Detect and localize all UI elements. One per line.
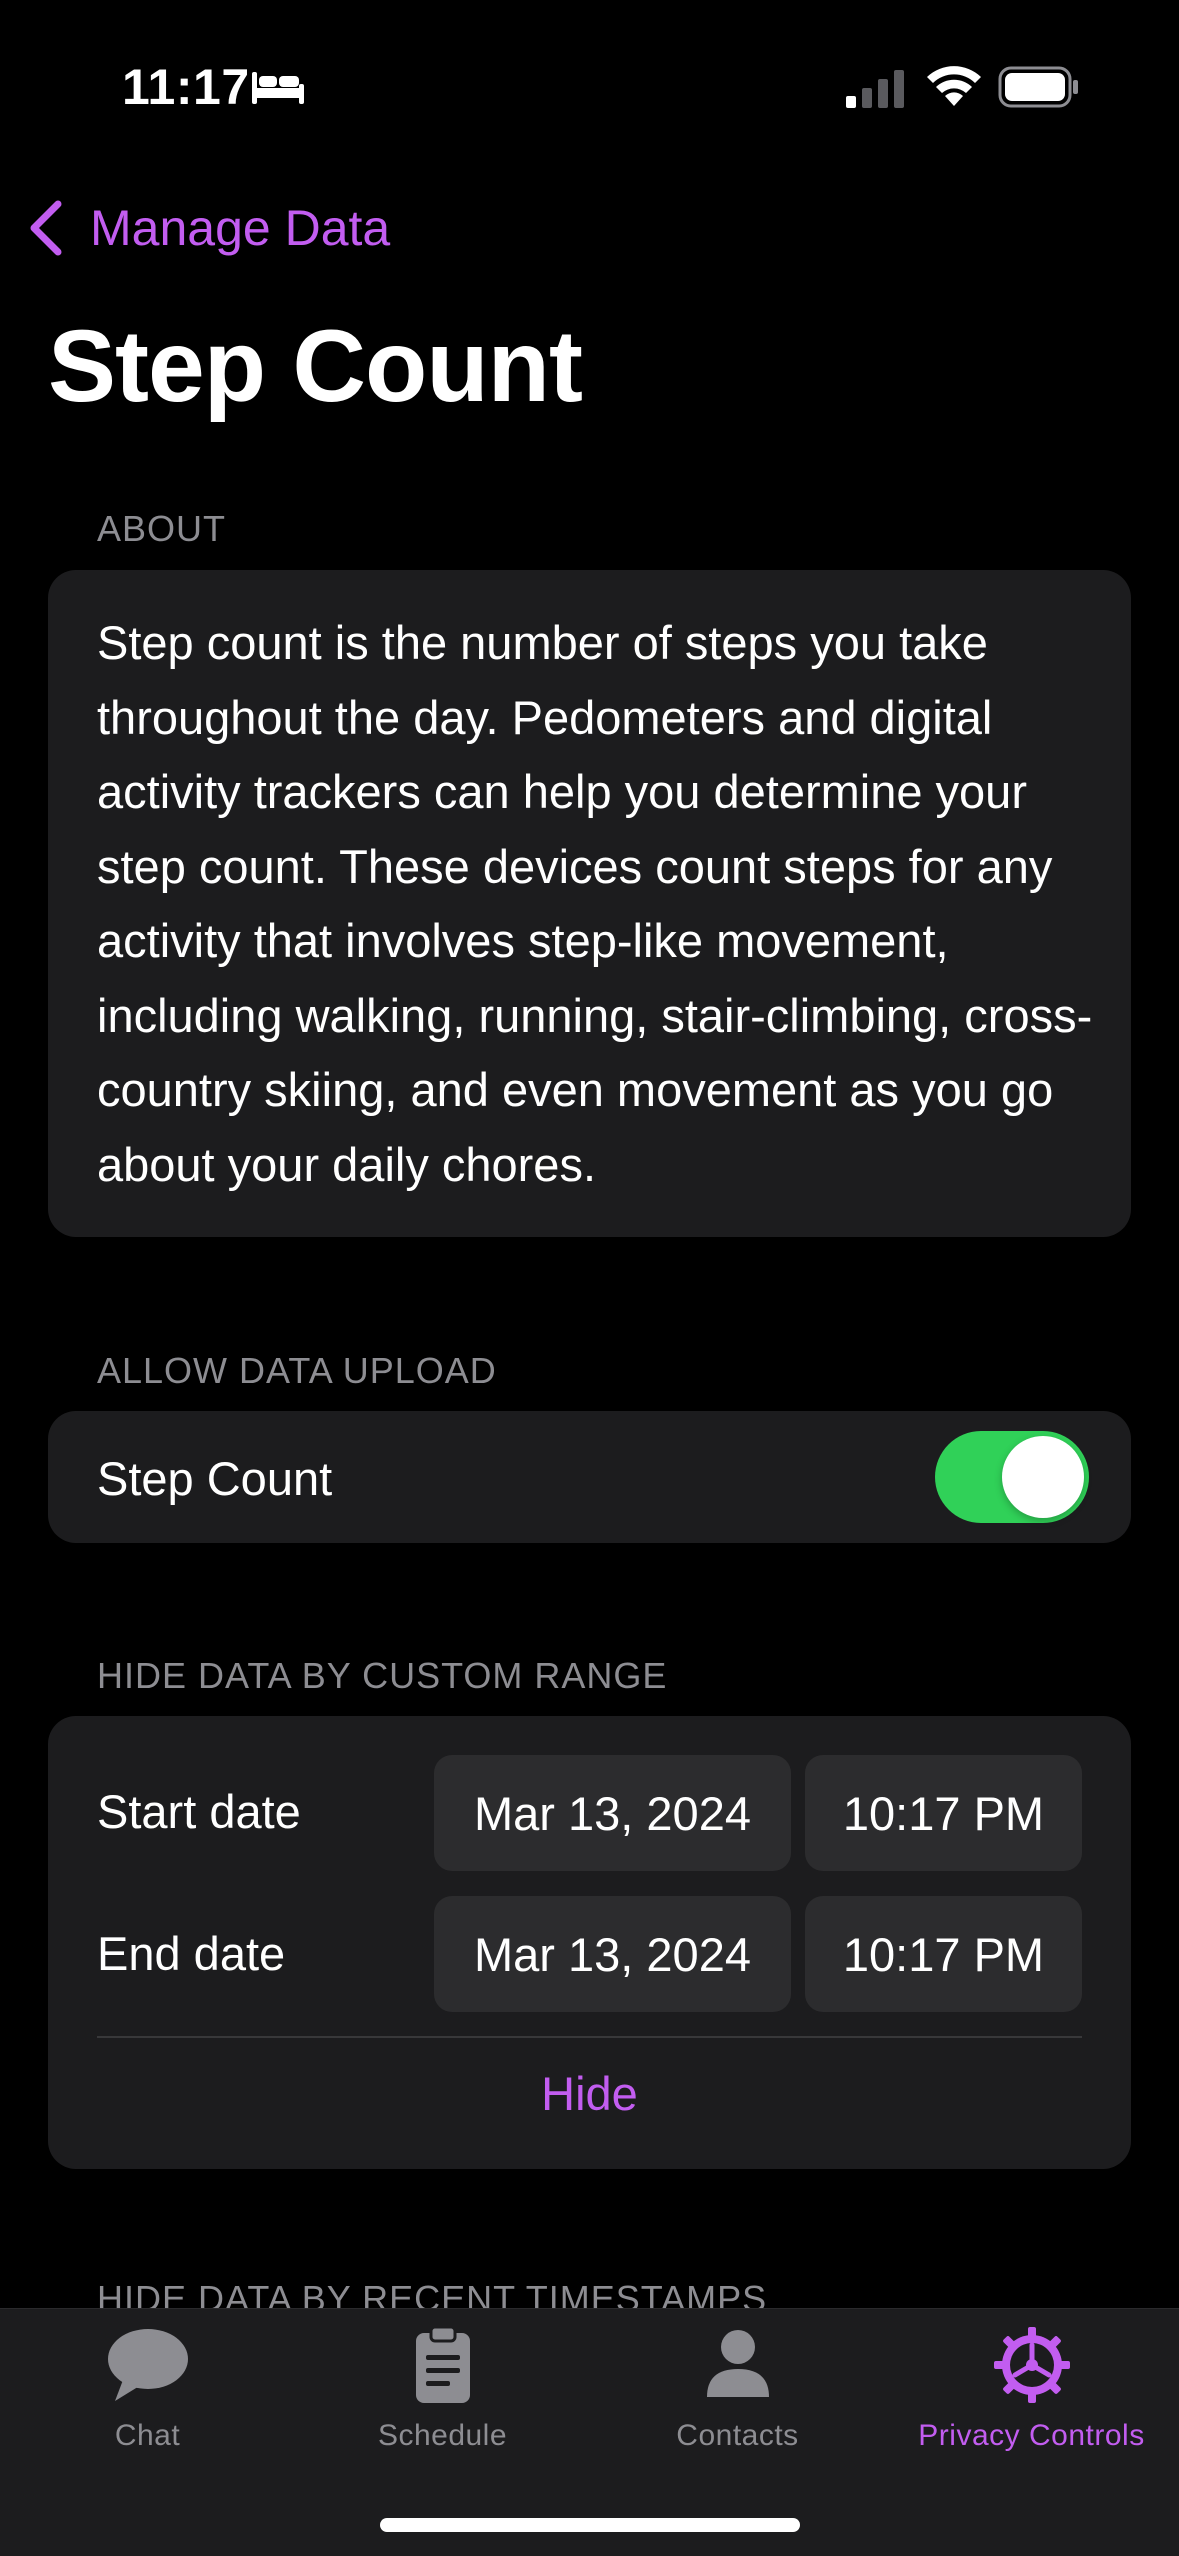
- person-icon: [706, 2330, 769, 2397]
- tab-schedule[interactable]: Schedule: [295, 2325, 590, 2465]
- back-button[interactable]: Manage Data: [24, 192, 390, 264]
- allow-upload-section-header: ALLOW DATA UPLOAD: [97, 1350, 497, 1391]
- allow-upload-card: Step Count: [48, 1411, 1131, 1543]
- hide-button[interactable]: Hide: [48, 2066, 1131, 2121]
- about-section-header: ABOUT: [97, 508, 227, 549]
- tab-contacts-label: Contacts: [676, 2419, 799, 2452]
- tab-chat-label: Chat: [114, 2419, 181, 2452]
- start-time-picker[interactable]: 10:17 PM: [805, 1755, 1082, 1871]
- cellular-signal-icon: [846, 70, 904, 108]
- wifi-icon: [927, 66, 981, 106]
- step-count-toggle-label: Step Count: [97, 1452, 333, 1505]
- divider: [97, 2036, 1082, 2038]
- battery-icon: [998, 66, 1078, 108]
- custom-range-section-header: HIDE DATA BY CUSTOM RANGE: [97, 1655, 668, 1696]
- step-count-toggle[interactable]: [935, 1431, 1089, 1523]
- tab-chat[interactable]: Chat: [0, 2325, 295, 2465]
- status-time: 11:17: [122, 59, 250, 115]
- tab-contacts[interactable]: Contacts: [590, 2325, 885, 2465]
- clipboard-icon: [415, 2325, 470, 2403]
- about-text: Step count is the number of steps you ta…: [97, 616, 1093, 1191]
- start-date-picker[interactable]: Mar 13, 2024: [434, 1755, 791, 1871]
- end-date-label: End date: [97, 1927, 286, 1980]
- page-title: Step Count: [48, 309, 583, 423]
- end-date-picker[interactable]: Mar 13, 2024: [434, 1896, 791, 2012]
- about-card: Step count is the number of steps you ta…: [48, 570, 1131, 1237]
- tab-privacy-controls[interactable]: Privacy Controls: [884, 2325, 1179, 2465]
- screen: 11:17 Manage Data Step Count ABOUT Step …: [0, 0, 1179, 2556]
- end-time-picker[interactable]: 10:17 PM: [805, 1896, 1082, 2012]
- tab-privacy-controls-label: Privacy Controls: [918, 2419, 1145, 2452]
- custom-range-card: Start date Mar 13, 2024 10:17 PM End dat…: [48, 1716, 1131, 2169]
- home-indicator: [380, 2518, 800, 2532]
- toggle-knob: [1002, 1436, 1084, 1518]
- chevron-left-icon: [30, 200, 62, 256]
- gear-icon: [993, 2327, 1070, 2403]
- start-date-label: Start date: [97, 1785, 301, 1838]
- back-label: Manage Data: [90, 200, 391, 256]
- chat-bubble-icon: [107, 2329, 188, 2401]
- tab-schedule-label: Schedule: [377, 2419, 508, 2452]
- bed-icon: [252, 72, 304, 104]
